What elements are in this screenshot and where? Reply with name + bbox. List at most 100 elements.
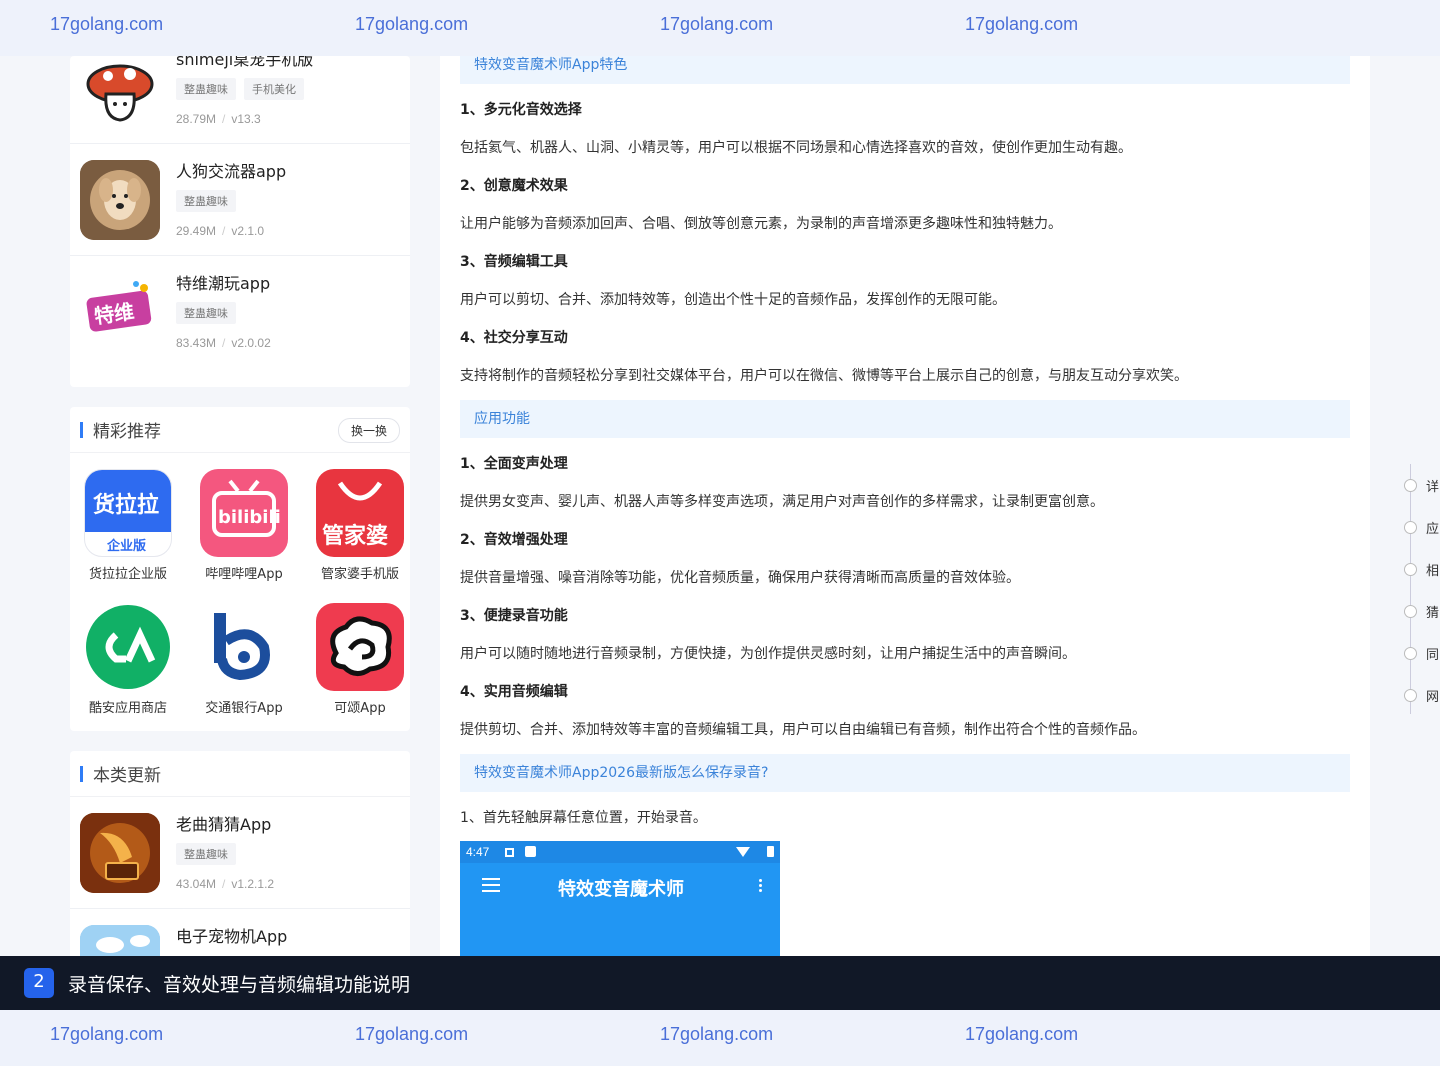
updates-title: 本类更新 [93, 766, 161, 786]
watermark-text: 17golang.com [660, 14, 774, 34]
version: v13.3 [231, 112, 261, 126]
app-label[interactable]: 货拉拉企业版 [70, 563, 186, 582]
app-label[interactable]: 可颂App [302, 697, 418, 716]
tag[interactable]: 手机美化 [244, 78, 304, 100]
refresh-button[interactable]: 换一换 [337, 418, 400, 443]
item-title: 2、音效增强处理 [460, 532, 568, 548]
item-title: 3、便捷录音功能 [460, 608, 568, 624]
list-item[interactable]: 人狗交流器app 整蛊趣味 29.49M / v2.1.0 [70, 144, 410, 256]
grid-item[interactable]: 货拉拉 企业版 货拉拉企业版 [70, 469, 186, 603]
item-text: 包括氦气、机器人、山洞、小精灵等，用户可以根据不同场景和心情选择喜欢的音效，使创… [460, 140, 1132, 156]
grid-item[interactable]: 管家婆 管家婆手机版 [302, 469, 418, 603]
accent-bar [80, 765, 83, 782]
app-title: 特效变音魔术师 [558, 879, 684, 900]
square-icon [525, 846, 537, 857]
app-name[interactable]: shimeji桌宠手机版 [176, 56, 313, 70]
recommend-title: 精彩推荐 [93, 422, 161, 442]
toc-dot[interactable] [1404, 605, 1417, 618]
version: v2.1.0 [231, 224, 265, 238]
svg-text:bilibili: bilibili [218, 507, 281, 528]
toc-item[interactable]: 网 [1426, 686, 1439, 705]
step-number-badge: 2 [24, 968, 54, 998]
item-text: 让用户能够为音频添加回声、合唱、倒放等创意元素，为录制的声音增添更多趣味性和独特… [460, 216, 1062, 232]
huolala-app-icon[interactable]: 货拉拉 企业版 [84, 469, 172, 557]
item-text: 用户可以剪切、合并、添加特效等，创造出个性十足的音频作品，发挥创作的无限可能。 [460, 292, 1006, 308]
watermark-text: 17golang.com [660, 1024, 774, 1044]
app-label[interactable]: 酷安应用商店 [70, 697, 186, 716]
tag[interactable]: 整蛊趣味 [176, 190, 236, 212]
svg-text:企业版: 企业版 [106, 538, 146, 554]
app-name[interactable]: 人狗交流器app [176, 158, 286, 182]
list-item[interactable]: 老曲猜猜App 整蛊趣味 43.04M / v1.2.1.2 [70, 797, 410, 909]
item-title: 4、实用音频编辑 [460, 684, 568, 700]
watermark-bar-top: 17golang.com 17golang.com 17golang.com 1… [0, 0, 1440, 56]
app-screenshot: 4:47 特效变音魔术师 [460, 841, 780, 961]
tag[interactable]: 整蛊趣味 [176, 302, 236, 324]
wifi-icon [736, 847, 750, 857]
svg-text:货拉拉: 货拉拉 [93, 492, 159, 518]
battery-icon [767, 846, 774, 857]
notification-icon [504, 848, 514, 857]
grid-item[interactable]: 可颂App [302, 603, 418, 737]
updates-header: 本类更新 [70, 751, 410, 797]
pushmart-app-icon[interactable]: 特维 [80, 272, 160, 352]
app-label[interactable]: 交通银行App [186, 697, 302, 716]
list-item[interactable]: shimeji桌宠手机版 整蛊趣味 手机美化 28.79M / v13.3 [70, 56, 410, 144]
accent-bar [80, 421, 83, 438]
gramophone-app-icon[interactable] [80, 813, 160, 893]
version: v2.0.02 [231, 336, 271, 350]
toc-line [1410, 464, 1411, 714]
tag[interactable]: 整蛊趣味 [176, 843, 236, 865]
app-name[interactable]: 电子宠物机App [176, 923, 287, 947]
toc-item[interactable]: 应 [1426, 518, 1439, 537]
bocom-app-icon[interactable] [200, 603, 288, 691]
watermark-text: 17golang.com [50, 1024, 164, 1044]
more-vert-icon [759, 879, 762, 882]
app-name[interactable]: 特维潮玩app [176, 270, 271, 294]
app-label[interactable]: 哔哩哔哩App [186, 563, 302, 582]
toc-item[interactable]: 同 [1426, 644, 1439, 663]
updates-panel: 本类更新 老曲猜猜App 整蛊趣味 43.04M / v1.2.1.2 电子宠物机A… [70, 751, 410, 971]
sidebar: shimeji桌宠手机版 整蛊趣味 手机美化 28.79M / v13.3 人狗… [70, 56, 410, 971]
section-heading: 特效变音魔术师App2026最新版怎么保存录音? [460, 754, 1350, 792]
app-label[interactable]: 管家婆手机版 [302, 563, 418, 582]
item-text: 提供男女变声、婴儿声、机器人声等多样变声选项，满足用户对声音创作的多样需求，让录… [460, 494, 1104, 510]
toc-dot[interactable] [1404, 521, 1417, 534]
item-text: 用户可以随时随地进行音频录制，方便快捷，为创作提供灵感时刻，让用户捕捉生活中的声… [460, 646, 1076, 662]
grid-item[interactable]: 酷安应用商店 [70, 603, 186, 737]
list-item[interactable]: 特维 特维潮玩app 整蛊趣味 83.43M / v2.0.02 [70, 256, 410, 368]
status-time: 4:47 [466, 845, 490, 859]
file-size: 29.49M [176, 224, 217, 238]
toc-item[interactable]: 相 [1426, 560, 1439, 579]
grid-item[interactable]: bilibili 哔哩哔哩App [186, 469, 302, 603]
app-name[interactable]: 老曲猜猜App [176, 811, 274, 835]
mushroom-app-icon[interactable] [80, 56, 160, 128]
coolapk-app-icon[interactable] [84, 603, 172, 691]
kesong-app-icon[interactable] [316, 603, 404, 691]
table-of-contents: 详 应 相 猜 同 网 [1404, 464, 1440, 714]
toc-dot[interactable] [1404, 689, 1417, 702]
item-title: 1、多元化音效选择 [460, 102, 582, 118]
status-bar: 4:47 [460, 841, 780, 863]
version: v1.2.1.2 [231, 877, 275, 891]
toc-item[interactable]: 猜 [1426, 602, 1439, 621]
watermark-text: 17golang.com [965, 14, 1079, 34]
grid-item[interactable]: 交通银行App [186, 603, 302, 737]
watermark-text: 17golang.com [965, 1024, 1079, 1044]
tag[interactable]: 整蛊趣味 [176, 78, 236, 100]
watermark-text: 17golang.com [355, 1024, 469, 1044]
toc-dot[interactable] [1404, 479, 1417, 492]
dog-app-icon[interactable] [80, 160, 160, 240]
guanjiapo-app-icon[interactable]: 管家婆 [316, 469, 404, 557]
toc-item[interactable]: 详 [1426, 476, 1439, 495]
watermark-bar-bottom: 17golang.com 17golang.com 17golang.com 1… [0, 1010, 1440, 1066]
file-size: 83.43M [176, 336, 217, 350]
recommend-grid: 货拉拉 企业版 货拉拉企业版 bilibili 哔哩哔哩App 管家婆 管家婆手机… [70, 453, 410, 737]
toc-dot[interactable] [1404, 647, 1417, 660]
top-apps-list: shimeji桌宠手机版 整蛊趣味 手机美化 28.79M / v13.3 人狗… [70, 56, 410, 387]
article: 特效变音魔术师App特色 1、多元化音效选择 包括氦气、机器人、山洞、小精灵等，… [440, 0, 1370, 1066]
toc-dot[interactable] [1404, 563, 1417, 576]
item-text: 支持将制作的音频轻松分享到社交媒体平台，用户可以在微信、微博等平台上展示自己的创… [460, 368, 1188, 384]
bilibili-app-icon[interactable]: bilibili [200, 469, 288, 557]
item-title: 4、社交分享互动 [460, 330, 568, 346]
